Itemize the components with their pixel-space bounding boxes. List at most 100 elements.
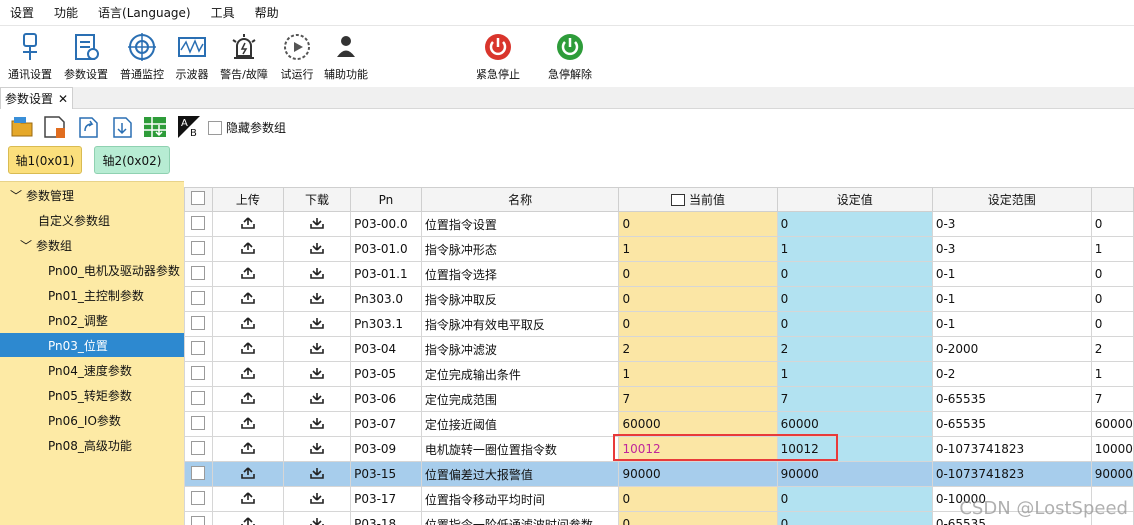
helper-button[interactable]: 辅助功能 bbox=[316, 32, 376, 84]
grid-import-icon[interactable] bbox=[142, 114, 168, 140]
download-icon[interactable] bbox=[310, 392, 324, 404]
upload-cell[interactable] bbox=[211, 336, 284, 362]
upload-icon[interactable] bbox=[241, 416, 255, 429]
stop-release-button[interactable]: 急停解除 bbox=[540, 32, 600, 84]
oscilloscope-button[interactable]: 示波器 bbox=[162, 32, 222, 84]
row-checkbox-cell[interactable] bbox=[184, 361, 213, 387]
row-checkbox-cell[interactable] bbox=[184, 436, 213, 462]
tree-item[interactable]: Pn01_主控制参数 bbox=[0, 283, 184, 307]
download-cell[interactable] bbox=[282, 336, 352, 362]
tree-param-group[interactable]: ﹀ 参数组 bbox=[0, 233, 184, 257]
download-icon[interactable] bbox=[310, 492, 324, 504]
col-upload[interactable]: 上传 bbox=[211, 187, 284, 212]
download-cell[interactable] bbox=[282, 286, 352, 312]
upload-icon[interactable] bbox=[241, 266, 255, 279]
upload-all-icon[interactable] bbox=[671, 194, 686, 206]
upload-cell[interactable] bbox=[211, 511, 284, 525]
col-name[interactable]: 名称 bbox=[420, 187, 620, 212]
download-icon[interactable] bbox=[310, 417, 324, 429]
row-checkbox[interactable] bbox=[191, 340, 206, 355]
upload-cell[interactable] bbox=[211, 386, 284, 412]
download-cell[interactable] bbox=[282, 511, 352, 525]
set-value-cell[interactable]: 0 bbox=[776, 211, 933, 237]
param-settings-button[interactable]: 参数设置 bbox=[56, 32, 116, 84]
table-row[interactable]: P03-05 定位完成输出条件 1 1 0-2 1 bbox=[184, 361, 1134, 387]
col-current[interactable]: 当前值 bbox=[618, 187, 778, 212]
menu-tools[interactable]: 工具 bbox=[201, 4, 245, 21]
download-cell[interactable] bbox=[282, 236, 352, 262]
upload-icon[interactable] bbox=[241, 491, 255, 504]
upload-cell[interactable] bbox=[211, 211, 284, 237]
upload-icon[interactable] bbox=[241, 241, 255, 254]
table-row[interactable]: P03-07 定位接近阈值 60000 60000 0-65535 60000 bbox=[184, 411, 1134, 437]
upload-cell[interactable] bbox=[211, 436, 284, 462]
set-value-cell[interactable]: 1 bbox=[776, 236, 933, 262]
tab-axis-1[interactable]: 轴1(0x01) bbox=[8, 146, 82, 174]
table-row[interactable]: P03-01.1 位置指令选择 0 0 0-1 0 bbox=[184, 261, 1134, 287]
row-checkbox[interactable] bbox=[191, 215, 206, 230]
upload-file-icon[interactable] bbox=[76, 114, 102, 140]
upload-cell[interactable] bbox=[211, 286, 284, 312]
table-row[interactable]: P03-15 位置偏差过大报警值 90000 90000 0-1073741823 900… bbox=[184, 461, 1134, 487]
col-pn[interactable]: Pn bbox=[350, 187, 422, 212]
row-checkbox[interactable] bbox=[191, 390, 206, 405]
set-value-cell[interactable]: 0 bbox=[776, 511, 933, 525]
download-icon[interactable] bbox=[310, 317, 324, 329]
row-checkbox[interactable] bbox=[191, 315, 206, 330]
upload-icon[interactable] bbox=[241, 216, 255, 229]
table-row[interactable]: P03-04 指令脉冲滤波 2 2 0-2000 2 bbox=[184, 336, 1134, 362]
row-checkbox-cell[interactable] bbox=[184, 411, 213, 437]
tree-item[interactable]: Pn04_速度参数 bbox=[0, 358, 184, 382]
download-cell[interactable] bbox=[282, 386, 352, 412]
set-value-cell[interactable]: 90000 bbox=[776, 461, 933, 487]
download-file-icon[interactable] bbox=[110, 114, 136, 140]
set-value-cell[interactable]: 7 bbox=[776, 386, 933, 412]
set-value-cell[interactable]: 0 bbox=[776, 311, 933, 337]
tab-param-settings[interactable]: 参数设置 ✕ bbox=[0, 87, 74, 109]
download-cell[interactable] bbox=[282, 486, 352, 512]
download-icon[interactable] bbox=[310, 217, 324, 229]
menu-language[interactable]: 语言(Language) bbox=[88, 4, 201, 21]
download-cell[interactable] bbox=[282, 211, 352, 237]
upload-cell[interactable] bbox=[211, 261, 284, 287]
tree-custom-group[interactable]: 自定义参数组 bbox=[0, 208, 184, 232]
row-checkbox-cell[interactable] bbox=[184, 511, 213, 525]
hide-group-option[interactable]: 隐藏参数组 bbox=[208, 119, 286, 136]
menu-function[interactable]: 功能 bbox=[44, 4, 88, 21]
set-value-cell[interactable]: 0 bbox=[776, 286, 933, 312]
upload-cell[interactable] bbox=[211, 461, 284, 487]
download-cell[interactable] bbox=[282, 261, 352, 287]
alarm-button[interactable]: 警告/故障 bbox=[214, 32, 274, 84]
menu-help[interactable]: 帮助 bbox=[245, 4, 289, 21]
select-all-checkbox[interactable] bbox=[191, 191, 206, 205]
upload-cell[interactable] bbox=[211, 311, 284, 337]
tab-axis-2[interactable]: 轴2(0x02) bbox=[94, 146, 170, 174]
upload-cell[interactable] bbox=[211, 411, 284, 437]
upload-cell[interactable] bbox=[211, 361, 284, 387]
download-cell[interactable] bbox=[282, 411, 352, 437]
table-row[interactable]: Pn303.0 指令脉冲取反 0 0 0-1 0 bbox=[184, 286, 1134, 312]
tree-item[interactable]: Pn05_转矩参数 bbox=[0, 383, 184, 407]
table-row[interactable]: P03-01.0 指令脉冲形态 1 1 0-3 1 bbox=[184, 236, 1134, 262]
tree-item[interactable]: Pn02_调整 bbox=[0, 308, 184, 332]
set-value-cell[interactable]: 60000 bbox=[776, 411, 933, 437]
download-icon[interactable] bbox=[310, 442, 324, 454]
upload-icon[interactable] bbox=[241, 391, 255, 404]
download-icon[interactable] bbox=[310, 242, 324, 254]
set-value-cell[interactable]: 0 bbox=[776, 486, 933, 512]
download-icon[interactable] bbox=[310, 367, 324, 379]
upload-icon[interactable] bbox=[241, 516, 255, 525]
row-checkbox[interactable] bbox=[191, 515, 206, 525]
row-checkbox[interactable] bbox=[191, 290, 206, 305]
row-checkbox[interactable] bbox=[191, 465, 206, 480]
table-row[interactable]: Pn303.1 指令脉冲有效电平取反 0 0 0-1 0 bbox=[184, 311, 1134, 337]
menu-settings[interactable]: 设置 bbox=[0, 4, 44, 21]
download-icon[interactable] bbox=[310, 467, 324, 479]
row-checkbox-cell[interactable] bbox=[184, 311, 213, 337]
select-all-header[interactable] bbox=[184, 187, 213, 212]
tree-root[interactable]: ﹀ 参数管理 bbox=[0, 183, 184, 207]
table-row[interactable]: P03-06 定位完成范围 7 7 0-65535 7 bbox=[184, 386, 1134, 412]
row-checkbox-cell[interactable] bbox=[184, 286, 213, 312]
download-icon[interactable] bbox=[310, 342, 324, 354]
upload-icon[interactable] bbox=[241, 366, 255, 379]
